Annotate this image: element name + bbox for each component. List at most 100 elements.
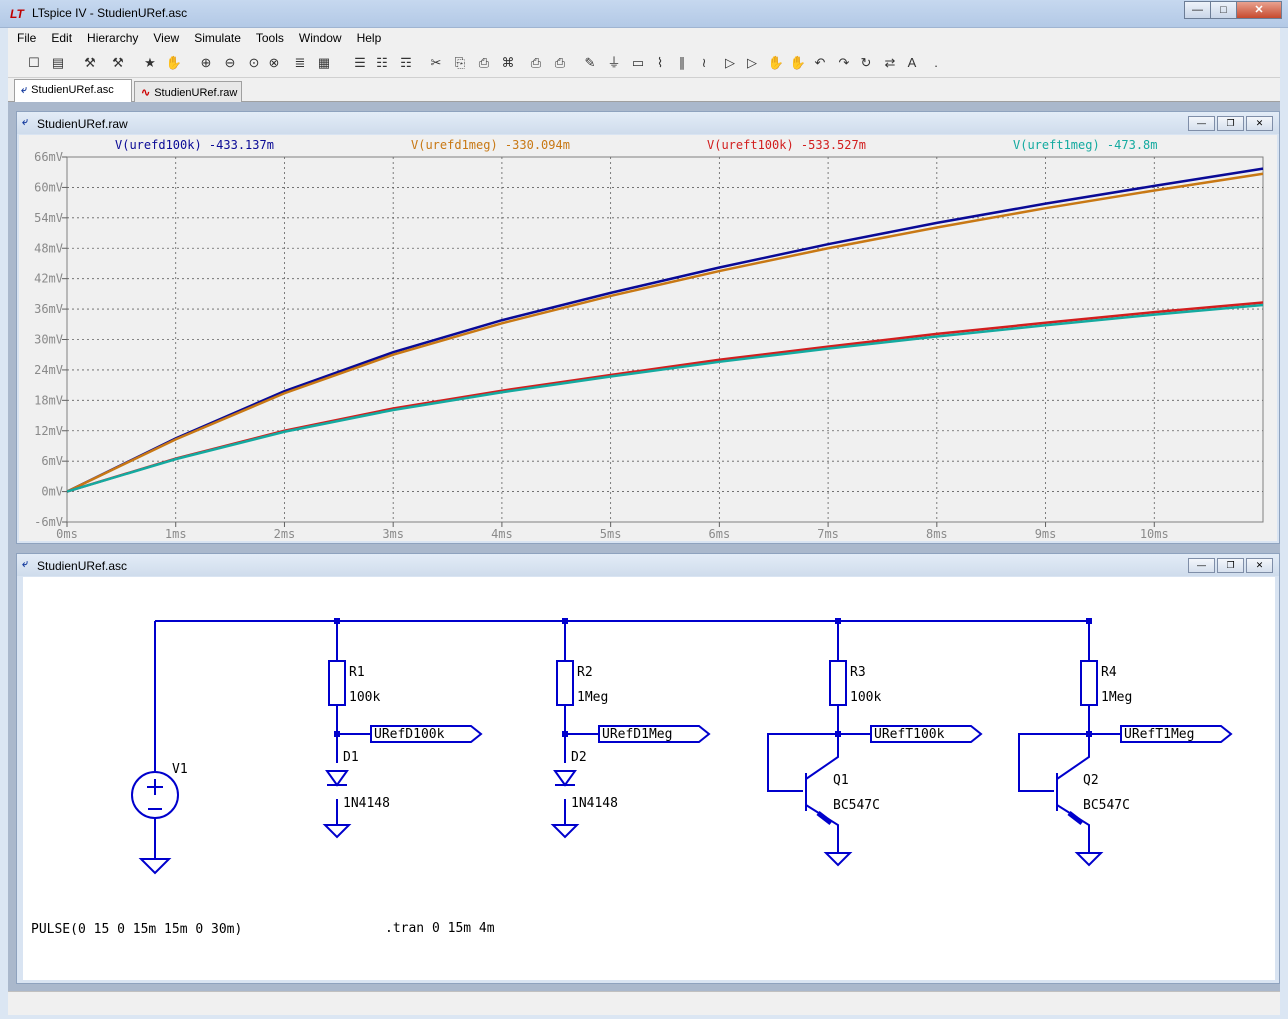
zoom-fit-icon[interactable]: ⊙ [244,53,264,73]
ground-symbol [138,858,172,875]
maximize-button[interactable]: □ [1210,1,1237,19]
zoom-out-icon[interactable]: ⊖ [220,53,240,73]
mirror-icon[interactable]: ⇄ [880,53,900,73]
autorange-icon[interactable]: ≣ [290,53,310,73]
schematic-window-caption: ⤶ StudienURef.asc — ❐ ✕ [17,554,1279,576]
r3-resistor-symbol[interactable] [829,660,847,706]
paste-icon[interactable]: ⎙ [474,53,494,73]
x-tick-label: 7ms [817,527,839,541]
schematic-canvas[interactable]: V1 R1 100k D1 1N4148 R2 1Meg D2 1N4148 R… [23,577,1275,980]
menu-simulate[interactable]: Simulate [185,28,247,45]
plot-pane[interactable]: 66mV 60mV 54mV 48mV 42mV 36mV 30mV 24mV 18mV 12mV… [19,135,1277,541]
control-panel-icon[interactable]: ⚒ [80,53,100,73]
y-tick-label: 12mV [34,424,63,438]
y-tick-label: 18mV [34,393,63,407]
net-label-ureft100k[interactable]: URefT100k [874,727,945,742]
pulse-directive[interactable]: PULSE(0 15 0 15m 15m 0 30m) [31,922,242,937]
new-schematic-icon[interactable]: ☐ [24,53,44,73]
minimize-button[interactable]: — [1184,1,1211,19]
ground-icon[interactable]: ⏚ [604,53,624,73]
run-icon[interactable]: ★ [140,53,160,73]
net-label-urefd100k[interactable]: URefD100k [374,727,445,742]
grid-icon[interactable]: ▦ [314,53,334,73]
menu-file[interactable]: File [8,28,42,45]
x-tick-label: 5ms [600,527,622,541]
r1-name: R1 [349,665,365,680]
cut-icon[interactable]: ✂ [426,53,446,73]
y-tick-label: 66mV [34,150,63,164]
inductor-icon[interactable]: ≀ [694,53,714,73]
menu-window[interactable]: Window [290,28,348,45]
tab-waveform[interactable]: ∿ StudienURef.raw [134,81,242,102]
resistor-icon[interactable]: ⌇ [650,53,670,73]
r4-value: 1Meg [1101,690,1132,705]
plot-close-button[interactable]: ✕ [1246,116,1273,131]
legend-entry: V(urefd100k) -433.137m [115,138,274,152]
pan-hand-icon[interactable]: ✋ [164,53,184,73]
tab-schematic[interactable]: ⤶ StudienURef.asc [14,79,132,102]
r2-resistor-symbol[interactable] [556,660,574,706]
plot-restore-button[interactable]: ❐ [1217,116,1244,131]
legend-entry: V(ureft1meg) -473.8m [1013,138,1158,152]
open-folder-icon[interactable]: ▤ [48,53,68,73]
y-tick-label: 54mV [34,211,63,225]
label-net-icon[interactable]: ▭ [628,53,648,73]
r1-resistor-symbol[interactable] [328,660,346,706]
d2-diode-symbol[interactable] [553,770,577,787]
net-label-ureft1meg[interactable]: URefT1Meg [1124,727,1194,742]
cascade-icon[interactable]: ☷ [372,53,392,73]
ground-symbol [550,824,580,839]
r3-name: R3 [850,665,866,680]
menu-view[interactable]: View [144,28,185,45]
y-tick-label: 36mV [34,302,63,316]
menu-hierarchy[interactable]: Hierarchy [78,28,144,45]
q1-value: BC547C [833,798,880,813]
schem-minimize-button[interactable]: — [1188,558,1215,573]
find-icon[interactable]: ⌘ [498,53,518,73]
component-icon[interactable]: ▷ [742,53,762,73]
diode-icon[interactable]: ▷ [720,53,740,73]
rotate-icon[interactable]: ↻ [856,53,876,73]
ground-symbol [322,824,352,839]
redo-icon[interactable]: ↷ [834,53,854,73]
y-tick-label: 42mV [34,272,63,286]
undo-icon[interactable]: ↶ [810,53,830,73]
y-tick-label: 60mV [34,180,63,194]
hammer-icon[interactable]: ⚒ [108,53,128,73]
tile-vertical-icon[interactable]: ☶ [396,53,416,73]
print-icon[interactable]: ⎙ [550,53,570,73]
q1-transistor-symbol[interactable] [767,733,839,853]
copy-icon[interactable]: ⎘ [450,53,470,73]
status-bar [8,991,1280,1015]
legend-entry: V(ureft100k) -533.527m [707,138,866,152]
move-icon[interactable]: ✋ [766,53,786,73]
tile-horizontal-icon[interactable]: ☰ [350,53,370,73]
plot-minimize-button[interactable]: — [1188,116,1215,131]
text-icon[interactable]: A [902,53,922,73]
r3-value: 100k [850,690,881,705]
net-label-urefd1meg[interactable]: URefD1Meg [602,727,672,742]
menu-edit[interactable]: Edit [42,28,78,45]
q2-transistor-symbol[interactable] [1018,733,1090,853]
zoom-in-icon[interactable]: ⊕ [196,53,216,73]
d2-name: D2 [571,750,587,765]
menu-tools[interactable]: Tools [247,28,290,45]
capacitor-icon[interactable]: ∥ [672,53,692,73]
menu-help[interactable]: Help [348,28,388,45]
d2-value: 1N4148 [571,796,618,811]
zoom-cancel-icon[interactable]: ⊗ [264,53,284,73]
print-preview-icon[interactable]: ⎙ [526,53,546,73]
schematic-drawing[interactable]: V1 R1 100k D1 1N4148 R2 1Meg D2 1N4148 R… [23,577,1275,980]
schem-restore-button[interactable]: ❐ [1217,558,1244,573]
drag-icon[interactable]: ✋ [788,53,808,73]
r4-resistor-symbol[interactable] [1080,660,1098,706]
wire-icon[interactable]: ✎ [580,53,600,73]
schematic-icon: ⤶ [21,84,28,96]
title-bar: LT LTspice IV - StudienURef.asc — □ ✕ [0,0,1288,28]
waveform-chart[interactable]: 66mV 60mV 54mV 48mV 42mV 36mV 30mV 24mV 18mV 12mV… [19,135,1277,541]
close-button[interactable]: ✕ [1236,1,1282,19]
d1-diode-symbol[interactable] [325,770,349,787]
tran-directive[interactable]: .tran 0 15m 4m [385,921,495,936]
schem-close-button[interactable]: ✕ [1246,558,1273,573]
spice-directive-icon[interactable]: . [926,53,946,73]
